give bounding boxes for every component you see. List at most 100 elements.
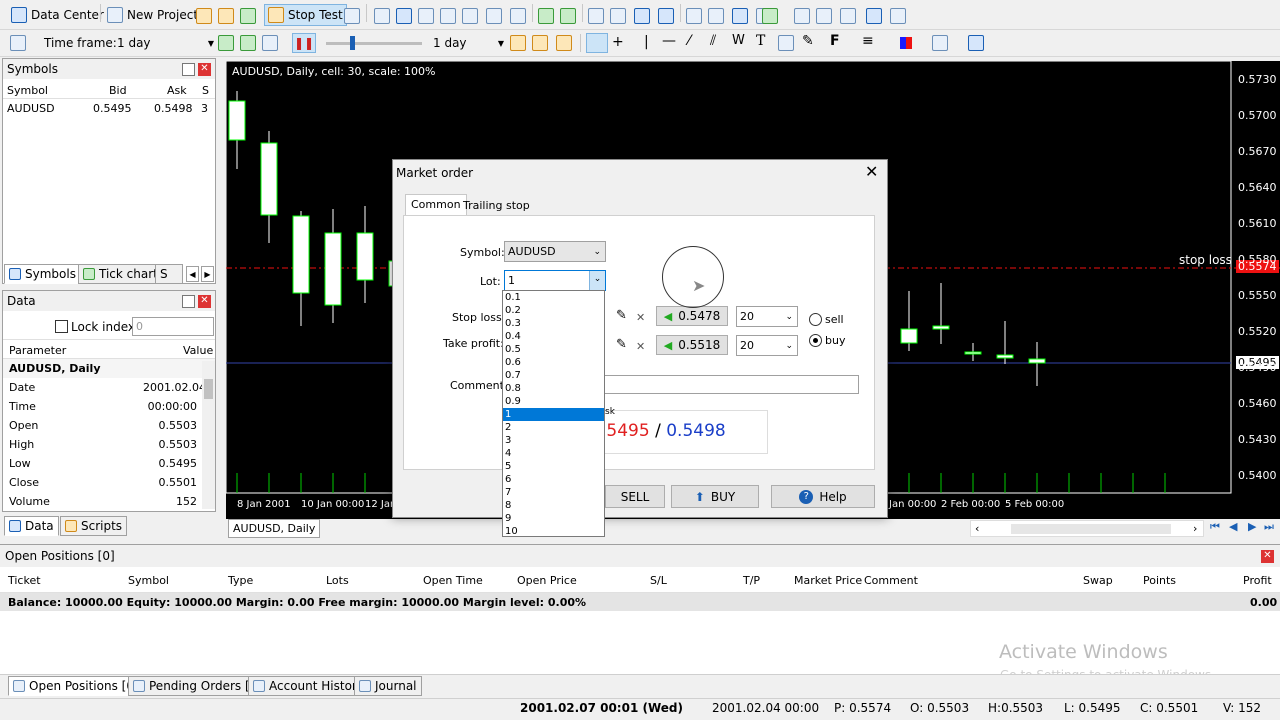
next-icon[interactable]: ▶ xyxy=(1248,520,1256,533)
indicators-icon[interactable] xyxy=(762,8,778,24)
take-profit-points-input[interactable]: 20 ⌄ xyxy=(736,335,798,356)
horizontal-line-icon[interactable]: — xyxy=(662,33,676,49)
arrows-icon[interactable] xyxy=(932,35,948,51)
data-center-button[interactable]: Data Center xyxy=(8,4,107,26)
chart-hscroll[interactable]: ‹ › xyxy=(970,520,1204,537)
font-icon[interactable]: F xyxy=(830,33,840,49)
go-last-icon[interactable]: ⏭ xyxy=(1264,520,1274,534)
edit-icon[interactable] xyxy=(344,8,360,24)
lot-option[interactable]: 0.2 xyxy=(503,304,604,317)
close-icon[interactable]: ✕ xyxy=(1261,550,1274,563)
open-folder-icon[interactable] xyxy=(196,8,212,24)
column-header[interactable]: Swap xyxy=(1083,571,1113,590)
lock-index-checkbox[interactable] xyxy=(55,320,68,333)
lot-option[interactable]: 0.6 xyxy=(503,356,604,369)
col-symbol[interactable]: Symbol xyxy=(7,84,48,97)
arrow-down-icon[interactable] xyxy=(240,35,256,51)
sell-icon[interactable] xyxy=(560,8,576,24)
autoscroll-icon[interactable] xyxy=(658,8,674,24)
chevron-down-icon[interactable]: ⌄ xyxy=(785,312,793,322)
minimize-icon[interactable] xyxy=(182,294,195,308)
tab-open-positions[interactable]: Open Positions [0] xyxy=(8,676,144,696)
column-header[interactable]: Market Price xyxy=(794,571,862,590)
go-first-icon[interactable]: ⏮ xyxy=(1210,520,1220,534)
tab-scroll-right[interactable]: ▶ xyxy=(201,266,214,282)
chart-shift-icon[interactable] xyxy=(634,8,650,24)
step-back-icon[interactable] xyxy=(510,35,526,51)
stop-loss-points-input[interactable]: 20 ⌄ xyxy=(736,306,798,327)
properties-icon[interactable] xyxy=(794,8,810,24)
vertical-line-icon[interactable]: | xyxy=(644,34,649,50)
speed-slider-thumb[interactable] xyxy=(350,36,355,50)
column-header[interactable]: S/L xyxy=(650,571,667,590)
stop-loss-price-button[interactable]: ◀ 0.5478 xyxy=(656,306,728,326)
fibonacci-icon[interactable] xyxy=(778,35,794,51)
lot-option[interactable]: 5 xyxy=(503,460,604,473)
column-header[interactable]: Open Price xyxy=(517,571,577,590)
layout-icon[interactable] xyxy=(890,8,906,24)
tab-data[interactable]: Data xyxy=(4,516,59,536)
buy-button[interactable]: ⬆ BUY xyxy=(671,485,759,508)
column-header[interactable]: T/P xyxy=(743,571,760,590)
save-folder-icon[interactable] xyxy=(218,8,234,24)
template-icon[interactable] xyxy=(816,8,832,24)
lot-option[interactable]: 0.4 xyxy=(503,330,604,343)
lot-option[interactable]: 0.8 xyxy=(503,382,604,395)
clear-icon[interactable]: ✕ xyxy=(636,311,645,324)
lot-option[interactable]: 0.7 xyxy=(503,369,604,382)
color-icon[interactable] xyxy=(900,37,912,49)
close-icon[interactable]: ✕ xyxy=(198,62,211,76)
lot-option[interactable]: 0.3 xyxy=(503,317,604,330)
m-icon[interactable] xyxy=(418,8,434,24)
minimize-icon[interactable] xyxy=(182,62,195,76)
column-header[interactable]: Ticket xyxy=(8,571,41,590)
lot-option[interactable]: 0.9 xyxy=(503,395,604,408)
speed-slider[interactable] xyxy=(326,36,422,50)
lot-option[interactable]: 1 xyxy=(503,408,604,421)
check-doc2-icon[interactable] xyxy=(462,8,478,24)
crosshair-icon[interactable]: + xyxy=(612,34,624,50)
chevron-down-icon[interactable]: ⌄ xyxy=(785,341,793,351)
column-header[interactable]: Lots xyxy=(326,571,349,590)
chart-tab[interactable]: AUDUSD, Daily xyxy=(228,519,321,538)
column-header[interactable]: Symbol xyxy=(128,571,169,590)
chevron-right-icon[interactable]: › xyxy=(1193,522,1197,535)
camera-icon[interactable] xyxy=(840,8,856,24)
pdf-icon[interactable] xyxy=(396,8,412,24)
help-button[interactable]: ? Help xyxy=(771,485,875,508)
sell-button[interactable]: SELL xyxy=(605,485,665,508)
column-header[interactable]: Profit xyxy=(1243,571,1272,590)
zigzag-icon[interactable]: W xyxy=(732,33,745,48)
column-header[interactable]: Points xyxy=(1143,571,1176,590)
tab-other[interactable]: S xyxy=(155,264,183,284)
clear-icon[interactable]: ✕ xyxy=(636,340,645,353)
page-icon[interactable] xyxy=(374,8,390,24)
tab-common[interactable]: Common xyxy=(405,194,467,216)
buy-icon[interactable] xyxy=(538,8,554,24)
speed-select[interactable]: 1 day ▼ xyxy=(430,33,504,53)
lot-option[interactable]: 10 xyxy=(503,525,604,536)
chevron-down-icon[interactable]: ⌄ xyxy=(589,271,605,290)
new-chart-icon[interactable] xyxy=(10,35,26,51)
close-icon[interactable]: ✕ xyxy=(865,162,878,181)
close-icon[interactable]: ✕ xyxy=(198,294,211,308)
candle-chart-icon[interactable] xyxy=(732,8,748,24)
scrollbar[interactable] xyxy=(202,361,215,509)
pick-icon[interactable]: ✎ xyxy=(616,337,627,352)
line-style-icon[interactable]: ≡ xyxy=(862,33,874,49)
new-project-button[interactable]: New Project xyxy=(104,4,201,26)
chevron-left-icon[interactable]: ‹ xyxy=(975,522,979,535)
line-chart-icon[interactable] xyxy=(686,8,702,24)
symbol-select[interactable]: AUDUSD ⌄ xyxy=(504,241,606,262)
lot-option[interactable]: 0.1 xyxy=(503,291,604,304)
lot-select[interactable]: 1 ⌄ xyxy=(504,270,606,291)
tab-symbols[interactable]: Symbols xyxy=(4,264,81,284)
close-doc-icon[interactable] xyxy=(510,8,526,24)
tab-trailing-stop[interactable]: Trailing stop xyxy=(459,196,534,216)
stop-test-button[interactable]: Stop Test xyxy=(264,4,347,26)
lot-option[interactable]: 9 xyxy=(503,512,604,525)
check-doc3-icon[interactable] xyxy=(486,8,502,24)
radio-buy[interactable] xyxy=(809,334,822,347)
column-header[interactable]: Open Time xyxy=(423,571,483,590)
lock-index-input[interactable]: 0 xyxy=(132,317,214,336)
